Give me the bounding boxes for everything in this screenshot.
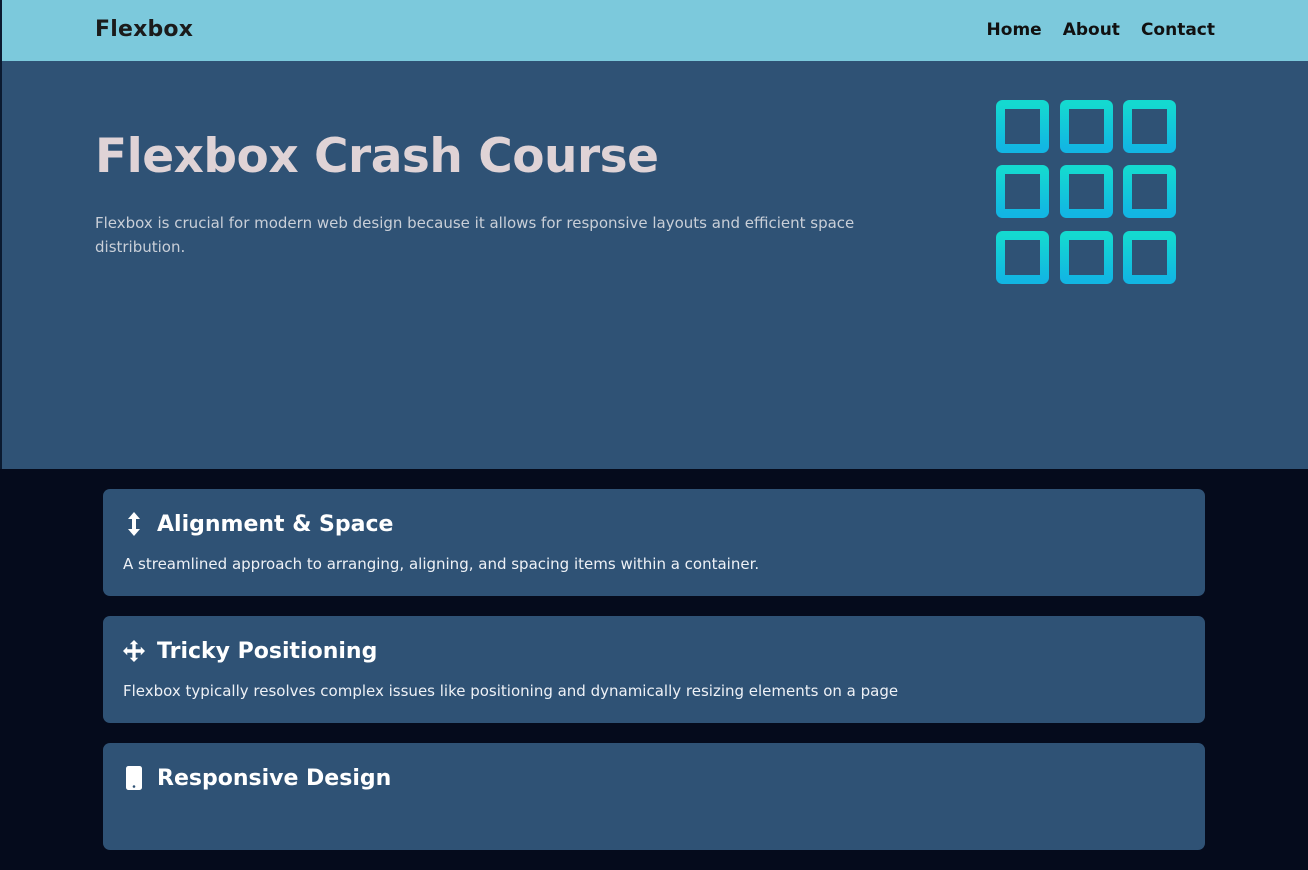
nav-links: Home About Contact [987,20,1215,40]
brand-logo[interactable]: Flexbox [95,17,193,42]
nav-link-contact[interactable]: Contact [1141,20,1215,40]
nav-link-home[interactable]: Home [987,20,1042,40]
move-arrows-icon [123,638,145,664]
feature-text: A streamlined approach to arranging, ali… [123,555,760,573]
mobile-phone-icon [123,765,145,791]
feature-title: Alignment & Space [157,511,394,537]
feature-text: Flexbox typically resolves complex issue… [123,682,899,700]
feature-title: Responsive Design [157,765,392,791]
navbar: Flexbox Home About Contact [0,0,1308,61]
feature-card-responsive: Responsive Design [103,743,1205,850]
feature-title: Tricky Positioning [157,638,378,664]
hero-section: Flexbox Crash Course Flexbox is crucial … [0,61,1308,469]
feature-card-positioning: Tricky Positioning Flexbox typically res… [103,616,1205,723]
feature-card-alignment: Alignment & Space A streamlined approach… [103,489,1205,596]
nav-link-about[interactable]: About [1063,20,1120,40]
hero-title: Flexbox Crash Course [95,129,659,184]
hero-description: Flexbox is crucial for modern web design… [95,214,855,256]
vertical-arrows-icon [123,511,145,537]
grid-3x3-icon [994,98,1180,292]
features-list: Alignment & Space A streamlined approach… [103,489,1205,870]
